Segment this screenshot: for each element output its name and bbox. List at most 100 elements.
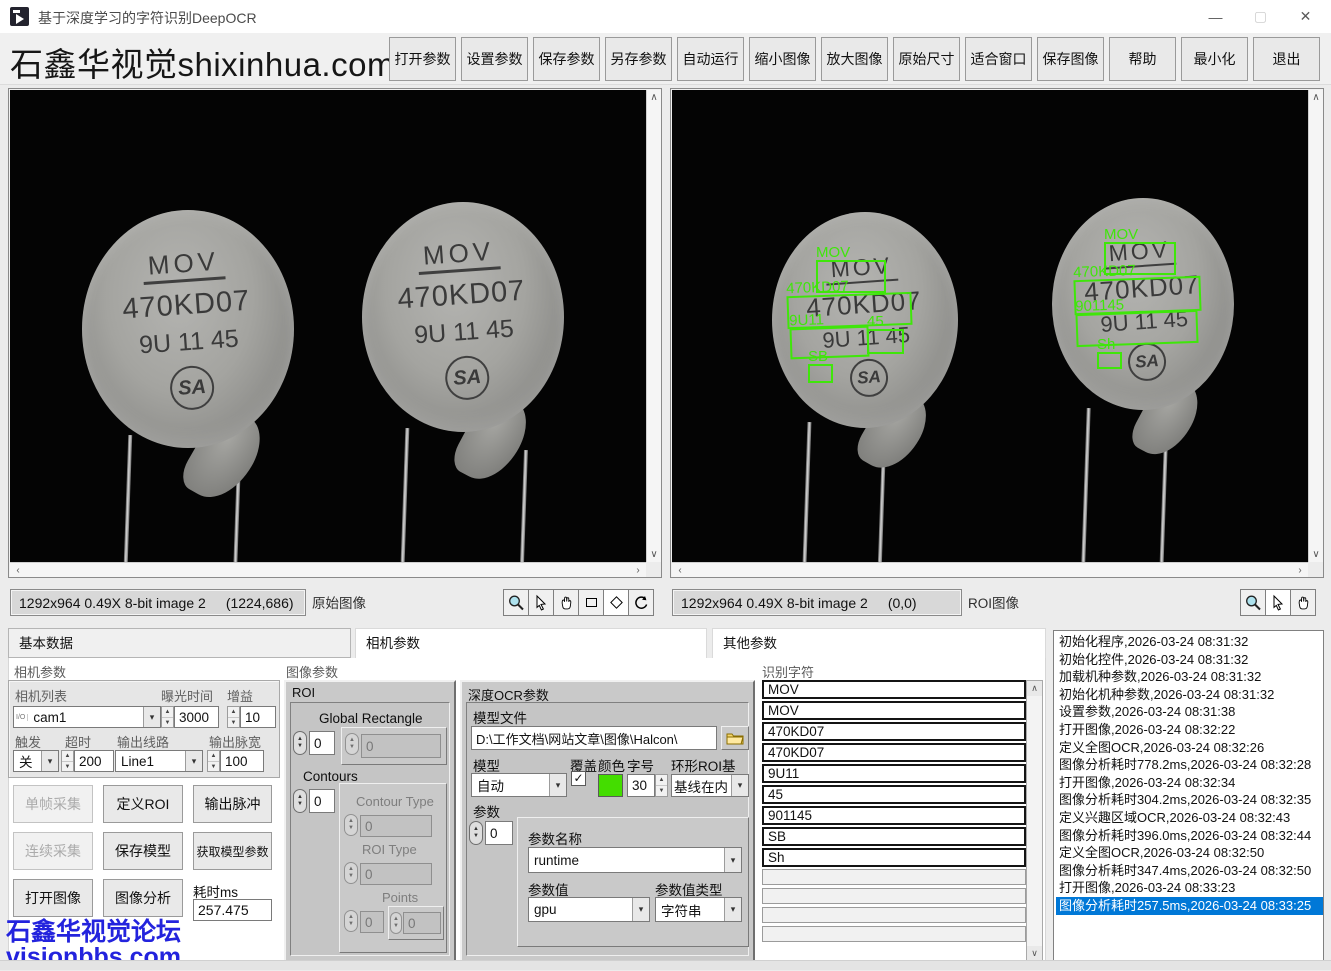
contours-index-spinner[interactable]: ▲▼ (293, 789, 307, 813)
log-entry[interactable]: 加载机种参数,2026-03-24 08:31:32 (1056, 668, 1323, 686)
overlay-checkbox[interactable]: ✓ (571, 771, 586, 786)
zoom-out-button[interactable]: 缩小图像 (749, 37, 816, 81)
analyze-image-button[interactable]: 图像分析 (103, 879, 183, 917)
save-model-button[interactable]: 保存模型 (103, 832, 183, 870)
scroll-left-icon[interactable]: ‹ (10, 563, 26, 578)
rotate-tool-button[interactable] (628, 589, 654, 616)
save-params-button[interactable]: 保存参数 (533, 37, 600, 81)
global-rect-index[interactable]: 0 (309, 731, 335, 755)
zoom-tool-button[interactable] (503, 589, 529, 616)
help-button[interactable]: 帮助 (1109, 37, 1176, 81)
recognized-item[interactable]: 45 (762, 785, 1026, 804)
recognized-item[interactable]: 470KD07 (762, 743, 1026, 762)
pulse-width-stepper[interactable]: ▲▼ 100 (207, 750, 264, 772)
log-entry[interactable]: 定义兴趣区域OCR,2026-03-24 08:32:43 (1056, 809, 1323, 827)
open-image-button[interactable]: 打开图像 (13, 879, 93, 917)
roi-image-canvas[interactable]: MOV 470KD07 9U 11 45 SA MOV 470KD07 9U 1… (672, 90, 1308, 562)
original-image-canvas[interactable]: MOV 470KD07 9U 11 45 SA MOV 470KD07 9U 1… (10, 90, 646, 562)
vertical-scrollbar[interactable]: ∧∨ (1308, 90, 1323, 562)
saveas-params-button[interactable]: 另存参数 (605, 37, 672, 81)
model-select[interactable]: 自动 ▾ (471, 773, 567, 797)
params-index[interactable]: 0 (485, 821, 513, 845)
minimize-button[interactable]: — (1193, 0, 1238, 33)
spinner-icon[interactable]: ▲▼ (227, 706, 240, 728)
fontsize-value[interactable]: 30 (627, 774, 655, 797)
rectangle-tool-button[interactable] (578, 589, 604, 616)
scroll-up-icon[interactable]: ∧ (1027, 681, 1042, 696)
get-model-params-button[interactable]: 获取模型参数 (193, 832, 272, 870)
recognized-item[interactable]: 9U11 (762, 764, 1026, 783)
log-entry[interactable]: 初始化控件,2026-03-24 08:31:32 (1056, 651, 1323, 669)
chevron-down-icon[interactable]: ▾ (143, 707, 160, 727)
log-entry[interactable]: 打开图像,2026-03-24 08:32:22 (1056, 721, 1323, 739)
camera-select[interactable]: I/O cam1 ▾ (13, 706, 161, 728)
pan-tool-button[interactable] (1290, 589, 1316, 616)
zoom-in-button[interactable]: 放大图像 (821, 37, 888, 81)
log-entry[interactable]: 初始化程序,2026-03-24 08:31:32 (1056, 633, 1323, 651)
exposure-value[interactable]: 3000 (174, 706, 219, 728)
timeout-value[interactable]: 200 (74, 750, 114, 772)
chevron-down-icon[interactable]: ▾ (41, 751, 58, 771)
scroll-right-icon[interactable]: › (630, 563, 646, 578)
spinner-icon[interactable]: ▲▼ (161, 706, 174, 728)
define-roi-button[interactable]: 定义ROI (103, 785, 183, 823)
global-rect-index-spinner[interactable]: ▲▼ (293, 731, 307, 755)
set-params-button[interactable]: 设置参数 (461, 37, 528, 81)
recognized-item[interactable]: Sh (762, 848, 1026, 867)
param-type-select[interactable]: 字符串 ▾ (655, 897, 742, 922)
contours-index[interactable]: 0 (309, 789, 335, 813)
fit-window-button[interactable]: 适合窗口 (965, 37, 1032, 81)
chevron-down-icon[interactable]: ▾ (632, 898, 649, 921)
log-entry[interactable]: 定义全图OCR,2026-03-24 08:32:26 (1056, 739, 1323, 757)
exit-button[interactable]: 退出 (1253, 37, 1320, 81)
spinner-icon[interactable]: ▲▼ (207, 750, 220, 772)
timeout-stepper[interactable]: ▲▼ 200 (61, 750, 114, 772)
diamond-tool-button[interactable] (603, 589, 629, 616)
log-entry-selected[interactable]: 图像分析耗时257.5ms,2026-03-24 08:33:25 (1056, 897, 1323, 915)
original-size-button[interactable]: 原始尺寸 (893, 37, 960, 81)
log-entry[interactable]: 打开图像,2026-03-24 08:32:34 (1056, 774, 1323, 792)
log-entry[interactable]: 打开图像,2026-03-24 08:33:23 (1056, 879, 1323, 897)
vertical-scrollbar[interactable]: ∧∨ (646, 90, 661, 562)
scroll-down-icon[interactable]: ∨ (1308, 547, 1324, 562)
scroll-right-icon[interactable]: › (1292, 563, 1308, 578)
chevron-down-icon[interactable]: ▾ (185, 751, 202, 771)
save-image-button[interactable]: 保存图像 (1037, 37, 1104, 81)
log-entry[interactable]: 定义全图OCR,2026-03-24 08:32:50 (1056, 844, 1323, 862)
chevron-down-icon[interactable]: ▾ (724, 898, 741, 921)
output-line-select[interactable]: Line1 ▾ (115, 750, 203, 772)
cursor-tool-button[interactable] (1265, 589, 1291, 616)
scroll-down-icon[interactable]: ∨ (1027, 946, 1042, 961)
tab-camera-params[interactable]: 相机参数 (355, 628, 707, 658)
log-entry[interactable]: 图像分析耗时304.2ms,2026-03-24 08:32:35 (1056, 791, 1323, 809)
trigger-select[interactable]: 关 ▾ (13, 750, 59, 772)
log-entry[interactable]: 初始化机种参数,2026-03-24 08:31:32 (1056, 686, 1323, 704)
log-entry[interactable]: 图像分析耗时396.0ms,2026-03-24 08:32:44 (1056, 827, 1323, 845)
log-entry[interactable]: 设置参数,2026-03-24 08:31:38 (1056, 703, 1323, 721)
scroll-down-icon[interactable]: ∨ (646, 547, 662, 562)
tab-other-params[interactable]: 其他参数 (712, 628, 1046, 658)
params-index-spinner[interactable]: ▲▼ (469, 821, 483, 845)
spinner-icon[interactable]: ▲▼ (61, 750, 74, 772)
minimize-app-button[interactable]: 最小化 (1181, 37, 1248, 81)
model-file-input[interactable]: D:\工作文档\网站文章\图像\Halcon\ (471, 726, 717, 750)
scroll-up-icon[interactable]: ∧ (1308, 90, 1324, 105)
exposure-stepper[interactable]: ▲▼ 3000 (161, 706, 219, 728)
recognized-list-scrollbar[interactable]: ∧ ∨ (1026, 680, 1043, 962)
scroll-up-icon[interactable]: ∧ (646, 90, 662, 105)
param-name-select[interactable]: runtime ▾ (528, 847, 742, 873)
recognized-item[interactable]: MOV (762, 701, 1026, 720)
ring-roi-baseline-select[interactable]: 基线在内 ▾ (671, 774, 749, 797)
horizontal-scrollbar[interactable]: ‹› (10, 562, 646, 577)
open-params-button[interactable]: 打开参数 (389, 37, 456, 81)
gain-value[interactable]: 10 (240, 706, 276, 728)
color-swatch[interactable] (598, 774, 623, 797)
fontsize-stepper[interactable]: 30 ▲▼ (627, 774, 668, 797)
pulse-width-value[interactable]: 100 (220, 750, 264, 772)
recognized-item[interactable]: 470KD07 (762, 722, 1026, 741)
output-pulse-button[interactable]: 输出脉冲 (193, 785, 272, 823)
log-entry[interactable]: 图像分析耗时778.2ms,2026-03-24 08:32:28 (1056, 756, 1323, 774)
chevron-down-icon[interactable]: ▾ (731, 775, 748, 796)
recognized-item[interactable]: MOV (762, 680, 1026, 699)
gain-stepper[interactable]: ▲▼ 10 (227, 706, 276, 728)
